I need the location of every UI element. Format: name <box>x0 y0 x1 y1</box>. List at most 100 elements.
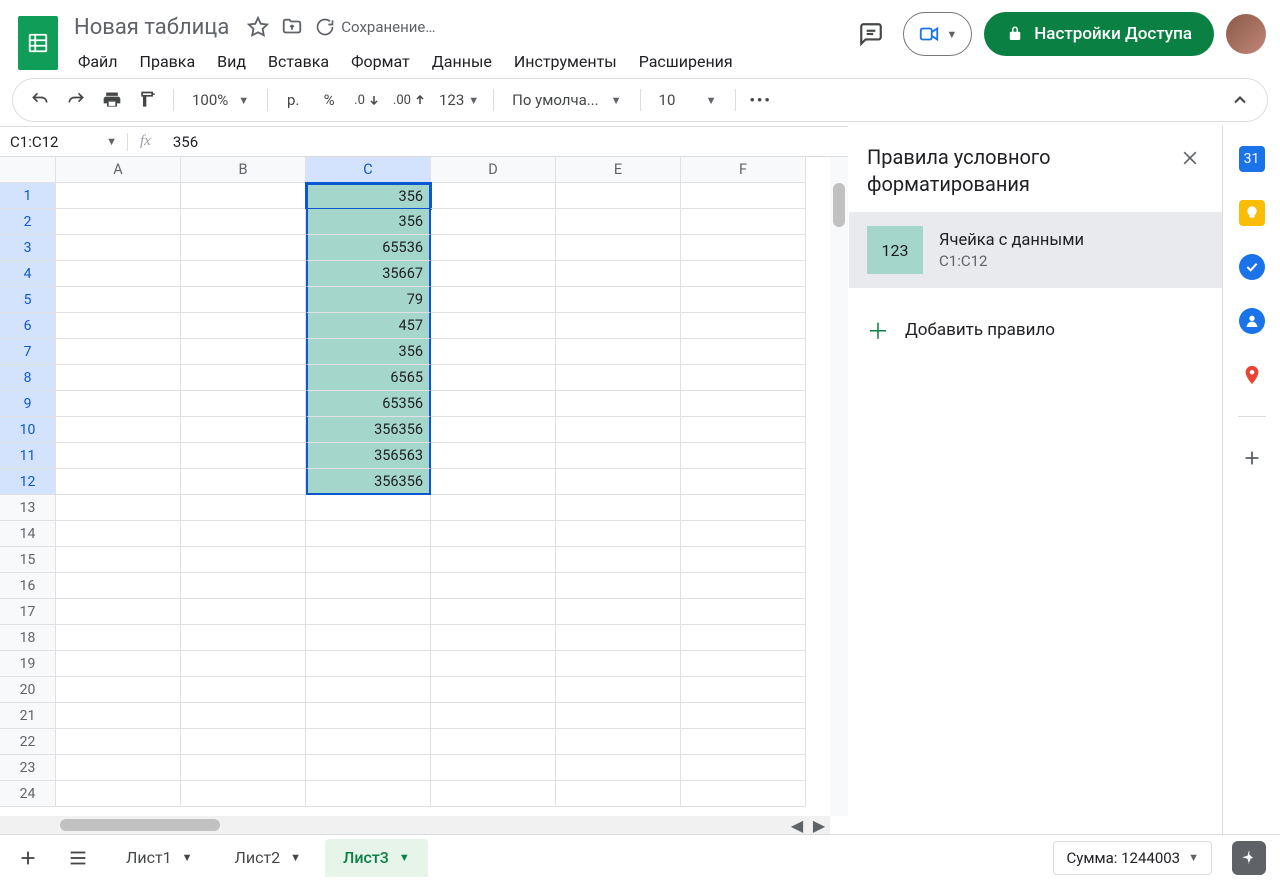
increase-decimal[interactable]: .00 <box>389 85 429 115</box>
cell[interactable] <box>56 495 181 521</box>
add-sheet-icon[interactable] <box>8 838 48 878</box>
cell[interactable] <box>681 651 806 677</box>
cell[interactable] <box>306 521 431 547</box>
cell[interactable] <box>56 417 181 443</box>
cell[interactable] <box>556 677 681 703</box>
cell[interactable] <box>681 183 806 209</box>
formula-bar[interactable]: 356 <box>163 133 198 151</box>
row-header[interactable]: 6 <box>0 313 56 339</box>
cell[interactable] <box>181 677 306 703</box>
cell[interactable] <box>56 209 181 235</box>
cell[interactable] <box>56 625 181 651</box>
cell[interactable] <box>681 261 806 287</box>
cell[interactable] <box>56 183 181 209</box>
cell[interactable] <box>181 417 306 443</box>
cell[interactable] <box>181 521 306 547</box>
quick-sum[interactable]: Сумма: 1244003▼ <box>1053 841 1212 875</box>
cell[interactable] <box>181 703 306 729</box>
cell[interactable] <box>56 521 181 547</box>
row-header[interactable]: 20 <box>0 677 56 703</box>
row-header[interactable]: 17 <box>0 599 56 625</box>
row-header[interactable]: 21 <box>0 703 56 729</box>
cell[interactable] <box>681 677 806 703</box>
column-header[interactable]: C <box>306 157 431 183</box>
cell[interactable] <box>681 729 806 755</box>
cell[interactable]: 356563 <box>306 443 431 469</box>
cell[interactable] <box>56 781 181 807</box>
row-header[interactable]: 23 <box>0 755 56 781</box>
document-title[interactable]: Новая таблица <box>68 13 235 42</box>
add-rule-button[interactable]: ＋ Добавить правило <box>849 288 1222 372</box>
cell[interactable] <box>56 313 181 339</box>
cell[interactable] <box>306 547 431 573</box>
cell[interactable] <box>56 755 181 781</box>
cell[interactable] <box>56 365 181 391</box>
cell[interactable] <box>681 781 806 807</box>
cell[interactable] <box>681 313 806 339</box>
row-header[interactable]: 4 <box>0 261 56 287</box>
cell[interactable] <box>431 469 556 495</box>
cell[interactable]: 356 <box>306 209 431 235</box>
row-header[interactable]: 12 <box>0 469 56 495</box>
row-header[interactable]: 19 <box>0 651 56 677</box>
cell[interactable] <box>431 261 556 287</box>
collapse-toolbar-icon[interactable] <box>1225 85 1255 115</box>
cell[interactable] <box>431 625 556 651</box>
menu-view[interactable]: Вид <box>207 48 256 75</box>
cell[interactable] <box>431 209 556 235</box>
keep-icon[interactable] <box>1239 200 1265 226</box>
font-family-selector[interactable]: По умолча...▼ <box>504 91 629 109</box>
cell[interactable] <box>681 365 806 391</box>
cell[interactable] <box>681 547 806 573</box>
cell[interactable] <box>306 573 431 599</box>
column-header[interactable]: B <box>181 157 306 183</box>
cell[interactable] <box>431 573 556 599</box>
tasks-icon[interactable] <box>1239 254 1265 280</box>
menu-edit[interactable]: Правка <box>130 48 206 75</box>
cell[interactable] <box>56 573 181 599</box>
cell[interactable] <box>181 261 306 287</box>
cell[interactable] <box>181 287 306 313</box>
cell[interactable] <box>556 417 681 443</box>
cell[interactable] <box>56 469 181 495</box>
cell[interactable] <box>181 755 306 781</box>
cell[interactable] <box>556 781 681 807</box>
column-header[interactable]: A <box>56 157 181 183</box>
cell[interactable] <box>306 703 431 729</box>
cell[interactable] <box>431 729 556 755</box>
cell[interactable] <box>181 573 306 599</box>
cell[interactable] <box>556 287 681 313</box>
cell[interactable] <box>306 625 431 651</box>
cell[interactable] <box>431 547 556 573</box>
cell[interactable] <box>681 391 806 417</box>
cell[interactable] <box>556 547 681 573</box>
format-percent[interactable]: % <box>314 85 344 115</box>
cell[interactable] <box>431 677 556 703</box>
contacts-icon[interactable] <box>1239 308 1265 334</box>
cell[interactable] <box>556 339 681 365</box>
cell[interactable] <box>681 209 806 235</box>
menu-format[interactable]: Формат <box>341 48 420 75</box>
cell[interactable] <box>681 417 806 443</box>
row-header[interactable]: 18 <box>0 625 56 651</box>
cell[interactable] <box>431 365 556 391</box>
cell[interactable] <box>306 495 431 521</box>
cell[interactable] <box>431 313 556 339</box>
row-header[interactable]: 10 <box>0 417 56 443</box>
redo-icon[interactable] <box>61 85 91 115</box>
row-header[interactable]: 24 <box>0 781 56 807</box>
cell[interactable] <box>56 599 181 625</box>
cell[interactable] <box>556 183 681 209</box>
all-sheets-icon[interactable] <box>58 838 98 878</box>
cell[interactable] <box>681 573 806 599</box>
cell[interactable] <box>556 599 681 625</box>
paint-format-icon[interactable] <box>133 85 163 115</box>
cell[interactable]: 457 <box>306 313 431 339</box>
horizontal-scrollbar[interactable]: ◀▶ <box>0 816 830 834</box>
cell[interactable] <box>556 469 681 495</box>
hide-side-panel-icon[interactable] <box>1242 848 1262 868</box>
row-header[interactable]: 2 <box>0 209 56 235</box>
cell[interactable]: 356356 <box>306 417 431 443</box>
row-header[interactable]: 5 <box>0 287 56 313</box>
sheet-tab[interactable]: Лист2▼ <box>217 839 320 877</box>
